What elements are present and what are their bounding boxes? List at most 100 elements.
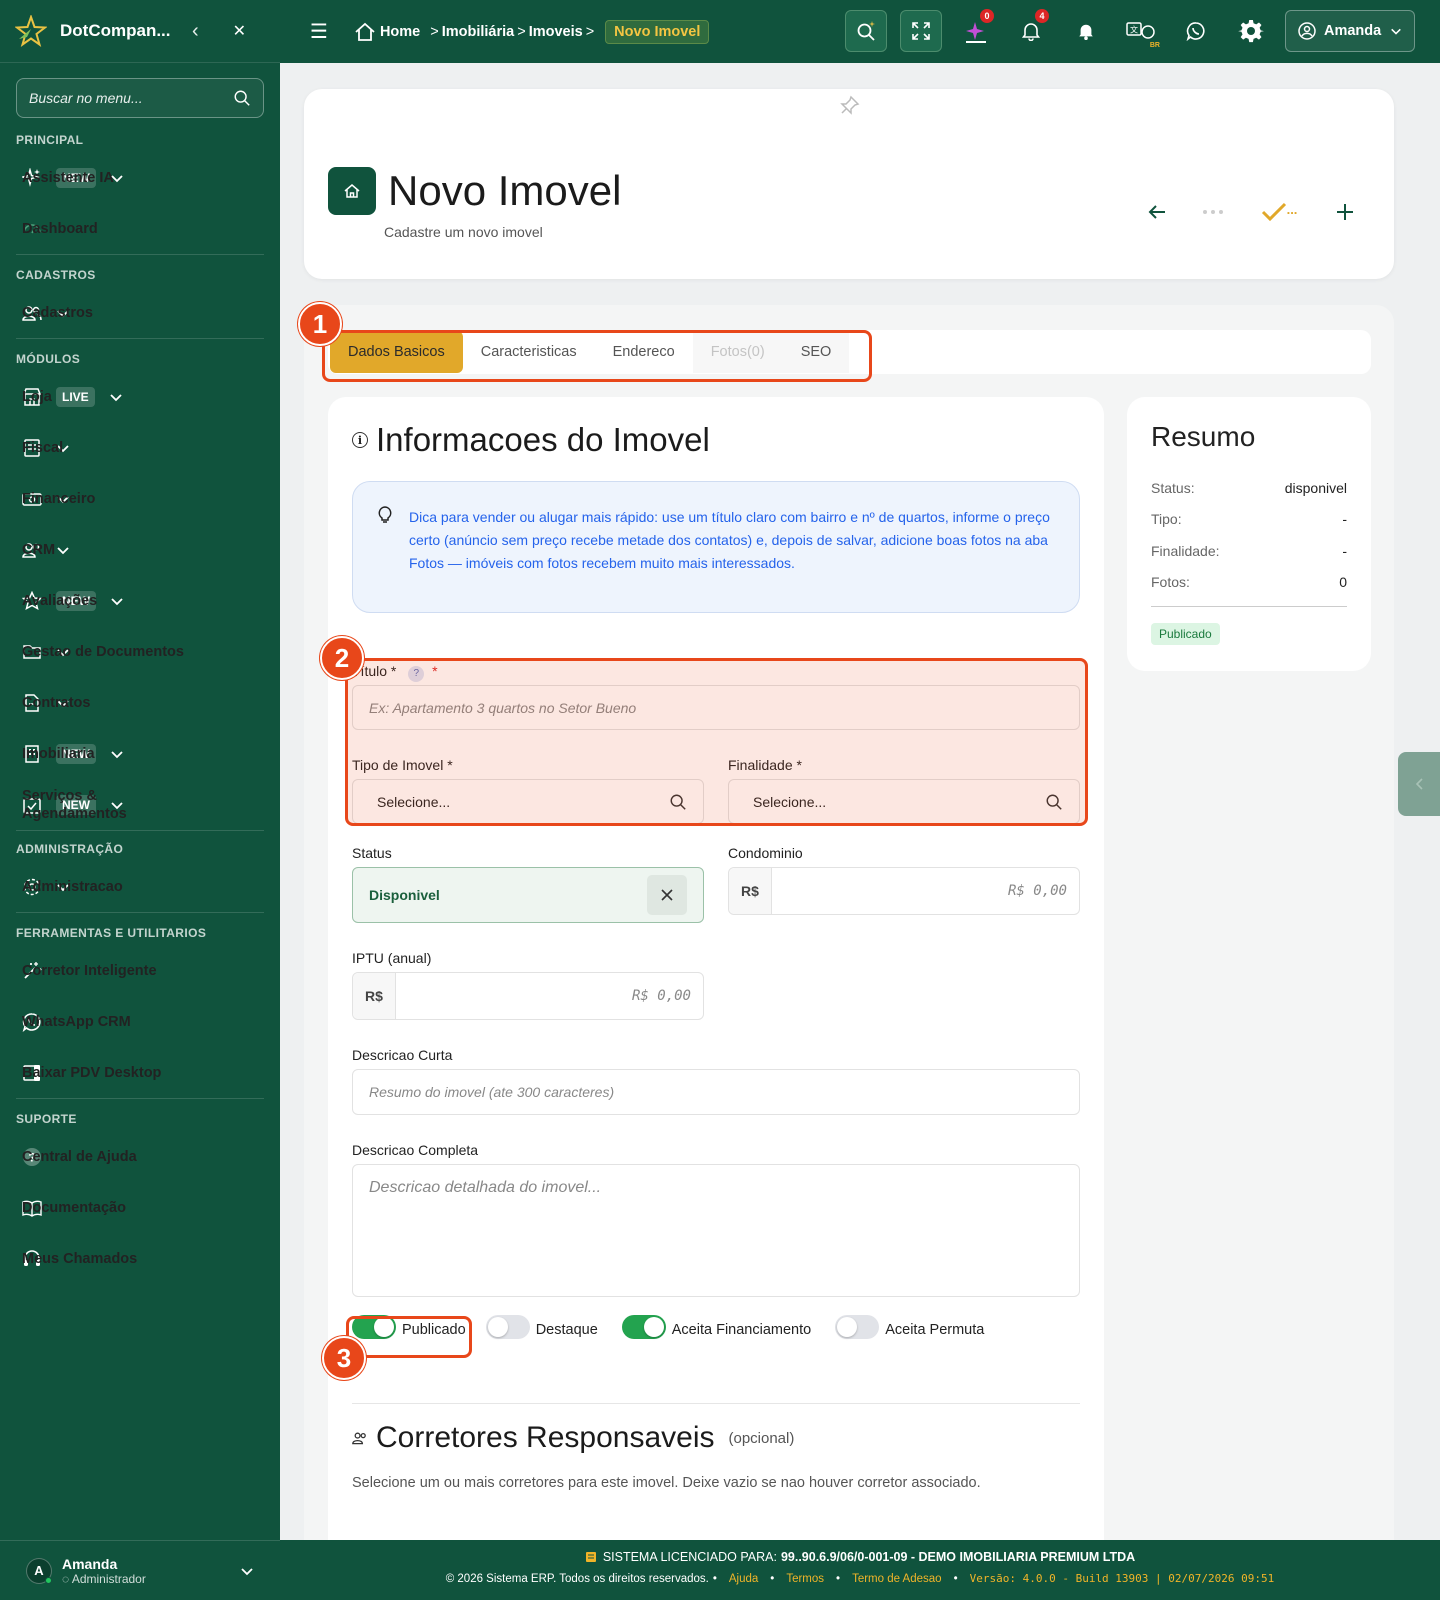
sidebar-item-chamados[interactable]: Meus Chamados bbox=[0, 1233, 280, 1284]
sidebar-item-contratos[interactable]: Contratos bbox=[0, 677, 280, 728]
iptu-input[interactable]: R$ R$ 0,00 bbox=[352, 972, 704, 1020]
divider bbox=[1151, 606, 1347, 607]
sidebar-item-imobiliaria[interactable]: Imobiliaria NEW bbox=[0, 728, 280, 779]
optional-label: (opcional) bbox=[728, 1429, 795, 1447]
user-circle-icon bbox=[1298, 22, 1316, 40]
status-badge: Publicado bbox=[1151, 623, 1220, 645]
more-button[interactable] bbox=[1198, 197, 1228, 227]
menu-icon[interactable]: ☰ bbox=[310, 19, 328, 44]
home-icon bbox=[328, 167, 376, 215]
ai-search-button[interactable] bbox=[845, 10, 887, 52]
add-button[interactable] bbox=[1330, 197, 1360, 227]
sidebar-item-servicos[interactable]: Serviços & Agendamentos NEW bbox=[0, 779, 280, 830]
ai-notifications-button[interactable]: 0 bbox=[955, 9, 997, 52]
sidebar-item-corretor[interactable]: Corretor Inteligente bbox=[0, 945, 280, 996]
breadcrumb-imobiliaria[interactable]: Imobiliária bbox=[442, 24, 515, 40]
adhesion-terms-link[interactable]: Termo de Adesao bbox=[852, 1573, 942, 1585]
sidebar-item-label: Meus Chamados bbox=[22, 1250, 138, 1267]
notification-count: 4 bbox=[1035, 9, 1049, 23]
sidebar-item-crm[interactable]: CRM bbox=[0, 524, 280, 575]
sidebar-item-ajuda[interactable]: ? Central de Ajuda bbox=[0, 1131, 280, 1182]
user-role-text: Administrador bbox=[71, 1571, 146, 1586]
user-name: Amanda bbox=[62, 1555, 118, 1572]
sidebar-item-label: WhatsApp CRM bbox=[22, 1013, 131, 1030]
toggle-label: Aceita Financiamento bbox=[671, 1322, 812, 1338]
collapse-sidebar-icon[interactable]: ‹ bbox=[192, 20, 199, 43]
side-panel-handle[interactable] bbox=[1398, 752, 1440, 816]
sidebar-item-administracao[interactable]: Administracao bbox=[0, 861, 280, 912]
sidebar-item-label: Serviços & Agendamentos bbox=[22, 787, 127, 822]
sidebar-item-financeiro[interactable]: Financeiro bbox=[0, 473, 280, 524]
corretores-title-text: Corretores Responsaveis bbox=[376, 1421, 715, 1454]
back-button[interactable] bbox=[1142, 197, 1172, 227]
sidebar-item-pdv[interactable]: Baixar PDV Desktop bbox=[0, 1047, 280, 1098]
breadcrumb-imoveis[interactable]: Imoveis bbox=[529, 24, 583, 40]
breadcrumb: Home > Imobiliária > Imoveis > Novo Imov… bbox=[354, 19, 710, 44]
alerts-button[interactable] bbox=[1065, 10, 1107, 52]
summary-key: Status: bbox=[1151, 480, 1195, 496]
terms-link[interactable]: Termos bbox=[786, 1573, 824, 1585]
close-icon[interactable]: ✕ bbox=[233, 21, 246, 41]
sidebar-item-label: Baixar PDV Desktop bbox=[22, 1064, 162, 1081]
fullscreen-button[interactable] bbox=[900, 10, 942, 52]
switch-off bbox=[835, 1315, 880, 1339]
status-select[interactable]: Disponivel bbox=[352, 867, 704, 923]
tip-text: Dica para vender ou alugar mais rápido: … bbox=[409, 509, 1050, 571]
help-link[interactable]: Ajuda bbox=[729, 1573, 758, 1585]
condominio-placeholder: R$ 0,00 bbox=[1007, 883, 1067, 899]
desc-completa-textarea[interactable]: Descricao detalhada do imovel... bbox=[352, 1164, 1080, 1297]
chevron-down-icon bbox=[110, 393, 122, 401]
license-icon bbox=[585, 1552, 596, 1562]
gear-icon bbox=[1238, 20, 1264, 43]
sidebar-item-documentacao[interactable]: Documentação bbox=[0, 1182, 280, 1233]
toggle-aceita-financiamento[interactable]: Aceita Financiamento bbox=[621, 1315, 812, 1339]
sidebar-item-loja[interactable]: Loja LIVE bbox=[0, 371, 280, 422]
copyright-line: © 2026 Sistema ERP. Todos os direitos re… bbox=[280, 1572, 1440, 1585]
notifications-button[interactable]: 4 bbox=[1010, 9, 1052, 52]
sidebar-search-placeholder: Buscar no menu... bbox=[29, 90, 143, 106]
svg-text:文: 文 bbox=[1130, 25, 1138, 35]
lightbulb-icon bbox=[378, 506, 392, 523]
sidebar-item-label: Loja bbox=[22, 388, 52, 405]
sidebar-item-cadastros[interactable]: Cadastros bbox=[0, 287, 280, 338]
sidebar-item-whatsapp[interactable]: WhatsApp CRM bbox=[0, 996, 280, 1047]
ai-notification-count: 0 bbox=[980, 9, 994, 23]
sidebar-item-dashboard[interactable]: Dashboard bbox=[0, 203, 280, 254]
toggle-aceita-permuta[interactable]: Aceita Permuta bbox=[835, 1315, 984, 1339]
form-card: i Informacoes do Imovel Dica para vender… bbox=[328, 397, 1104, 1540]
language-button[interactable]: 文 BR bbox=[1120, 10, 1162, 52]
sidebar-item-documentos[interactable]: Gestao de Documentos bbox=[0, 626, 280, 677]
separator-dot: • bbox=[712, 1572, 717, 1585]
summary-row: Finalidade: - bbox=[1151, 543, 1347, 559]
corretores-title: Corretores Responsaveis (opcional) bbox=[352, 1421, 794, 1455]
desc-curta-input[interactable]: Resumo do imovel (ate 300 caracteres) bbox=[352, 1069, 1080, 1115]
separator-dot: • bbox=[953, 1572, 958, 1585]
currency-prefix: R$ bbox=[353, 973, 396, 1019]
search-icon bbox=[234, 90, 250, 106]
save-button[interactable]: ... bbox=[1254, 197, 1304, 227]
chevron-down-icon bbox=[1391, 28, 1401, 35]
summary-title: Resumo bbox=[1151, 421, 1256, 452]
copyright: © 2026 Sistema ERP. Todos os direitos re… bbox=[445, 1572, 709, 1585]
sidebar-item-fiscal[interactable]: Fiscal bbox=[0, 422, 280, 473]
user-menu-button[interactable]: Amanda bbox=[1285, 10, 1415, 52]
sidebar-item-avaliacoes[interactable]: Avaliações NEW bbox=[0, 575, 280, 626]
whatsapp-button[interactable] bbox=[1175, 10, 1217, 52]
sidebar-item-assistente[interactable]: Assistente IA NEW bbox=[0, 152, 280, 203]
toggle-destaque[interactable]: Destaque bbox=[485, 1315, 598, 1339]
section-ferramentas: FERRAMENTAS E UTILITARIOS bbox=[16, 926, 207, 940]
sidebar-user-footer[interactable]: A Amanda ◌ Administrador bbox=[0, 1540, 280, 1600]
pin-icon[interactable] bbox=[838, 95, 860, 122]
plus-icon bbox=[1337, 204, 1353, 220]
desc-curta-placeholder: Resumo do imovel (ate 300 caracteres) bbox=[369, 1084, 615, 1100]
breadcrumb-home[interactable]: Home bbox=[380, 24, 420, 40]
condominio-input[interactable]: R$ R$ 0,00 bbox=[728, 867, 1080, 915]
whatsapp-icon bbox=[1186, 22, 1205, 41]
section-title-text: Informacoes do Imovel bbox=[376, 421, 710, 458]
sidebar-search-input[interactable]: Buscar no menu... bbox=[16, 78, 264, 118]
user-role: ◌ Administrador bbox=[62, 1571, 146, 1586]
settings-button[interactable] bbox=[1230, 10, 1272, 52]
status-label: Status bbox=[352, 845, 392, 861]
app-brand: DotCompan... bbox=[60, 21, 171, 40]
clear-status-button[interactable] bbox=[647, 875, 687, 915]
